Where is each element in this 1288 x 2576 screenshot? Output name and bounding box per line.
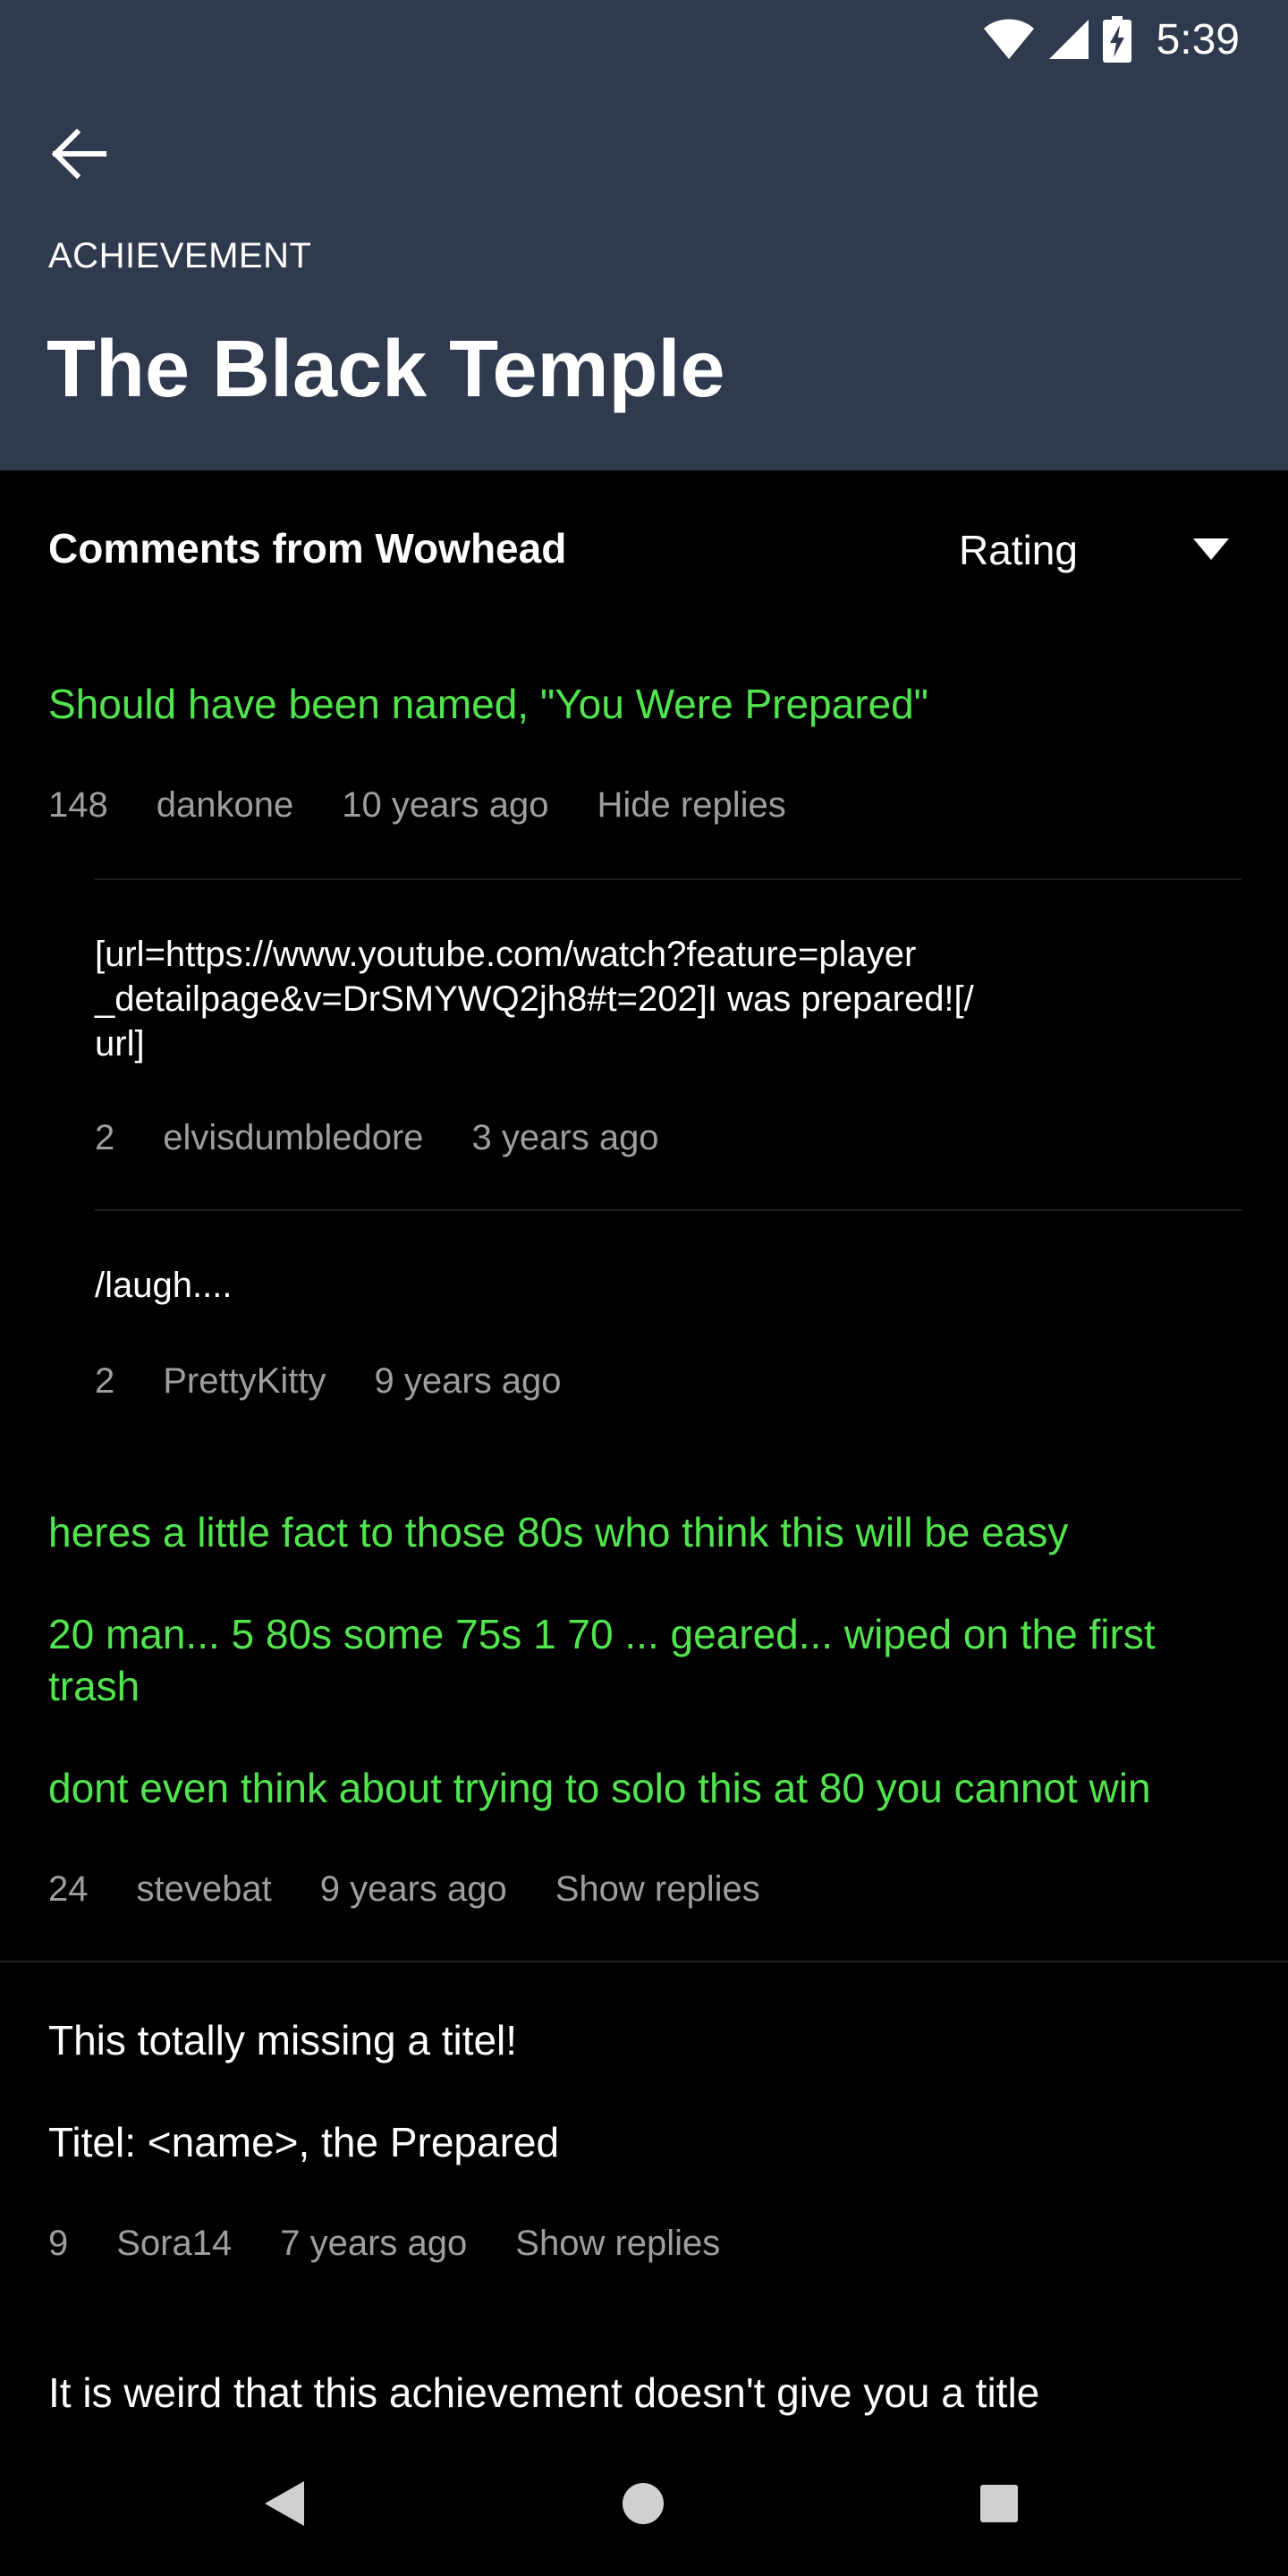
- system-nav-bar: [0, 2433, 1288, 2576]
- comment-divider: [0, 1961, 1288, 1962]
- reply-divider: [95, 878, 1241, 880]
- comment-paragraph: Titel: <name>, the Prepared: [48, 2119, 560, 2165]
- battery-charging-icon: [1102, 16, 1131, 63]
- reply-author[interactable]: elvisdumbledore: [163, 1118, 423, 1158]
- comments-title: Comments from Wowhead: [48, 525, 567, 572]
- reply-meta: 2 PrettyKitty 9 years ago: [95, 1361, 610, 1402]
- comment-time: 9 years ago: [319, 1869, 507, 1909]
- home-circle-icon[interactable]: [623, 2483, 664, 2524]
- reply-time: 3 years ago: [471, 1118, 659, 1157]
- comment-rating: 148: [48, 785, 108, 825]
- show-replies-button[interactable]: Show replies: [515, 2224, 720, 2264]
- reply-text-line: url]: [95, 1024, 145, 1063]
- back-triangle-icon[interactable]: [265, 2481, 304, 2526]
- sort-label: Rating: [959, 527, 1078, 573]
- reply-meta: 2 elvisdumbledore 3 years ago: [95, 1118, 708, 1158]
- comment-paragraph: 20 man... 5 80s some 75s 1 70 ... geared…: [48, 1611, 1156, 1709]
- reply-time: 9 years ago: [374, 1361, 562, 1401]
- status-time: 5:39: [1156, 15, 1240, 64]
- comment-meta: 148 dankone 10 years ago Hide replies: [48, 785, 835, 826]
- hide-replies-button[interactable]: Hide replies: [597, 785, 786, 826]
- arrow-left-icon[interactable]: [47, 125, 109, 182]
- comment-author[interactable]: stevebat: [137, 1869, 272, 1910]
- dropdown-triangle-icon: [1193, 538, 1229, 560]
- reply-text-line: [url=https://www.youtube.com/watch?featu…: [95, 935, 917, 974]
- comment-author[interactable]: Sora14: [116, 2224, 232, 2264]
- sort-dropdown[interactable]: Rating: [959, 508, 1254, 589]
- comment-meta: 9 Sora14 7 years ago Show replies: [48, 2224, 768, 2264]
- comment-author[interactable]: dankone: [157, 785, 293, 826]
- reply-text: /laugh....: [95, 1266, 233, 1305]
- comment-rating: 24: [48, 1869, 89, 1909]
- comment-time: 7 years ago: [280, 2224, 468, 2263]
- app-header: 5:39 ACHIEVEMENT The Black Temple: [0, 0, 1288, 470]
- comment-paragraph: This totally missing a titel!: [48, 2017, 518, 2063]
- recents-square-icon[interactable]: [980, 2485, 1018, 2522]
- comment-paragraph: dont even think about trying to solo thi…: [48, 1765, 1151, 1811]
- comment-text: Should have been named, "You Were Prepar…: [48, 681, 929, 727]
- comment-meta: 24 stevebat 9 years ago Show replies: [48, 1869, 809, 1910]
- page-title: The Black Temple: [47, 325, 725, 414]
- show-replies-button[interactable]: Show replies: [555, 1869, 760, 1910]
- reply-rating: 2: [95, 1361, 115, 1401]
- cell-signal-icon: [1048, 20, 1089, 59]
- reply-author[interactable]: PrettyKitty: [163, 1361, 326, 1402]
- comment-text: It is weird that this achievement doesn'…: [48, 2369, 1040, 2416]
- reply-text-line: _detailpage&v=DrSMYWQ2jh8#t=202]I was pr…: [95, 979, 974, 1019]
- comment-time: 10 years ago: [342, 785, 549, 825]
- page-kicker: ACHIEVEMENT: [48, 236, 312, 275]
- comment-rating: 9: [48, 2224, 69, 2263]
- reply-divider: [95, 1209, 1241, 1211]
- comments-header: Comments from Wowhead Rating: [0, 501, 1288, 599]
- comment-paragraph: heres a little fact to those 80s who thi…: [48, 1509, 1069, 1555]
- status-bar: 5:39: [983, 14, 1240, 64]
- wifi-icon: [983, 19, 1034, 59]
- reply-text: [url=https://www.youtube.com/watch?featu…: [95, 932, 974, 1066]
- reply-rating: 2: [95, 1118, 115, 1157]
